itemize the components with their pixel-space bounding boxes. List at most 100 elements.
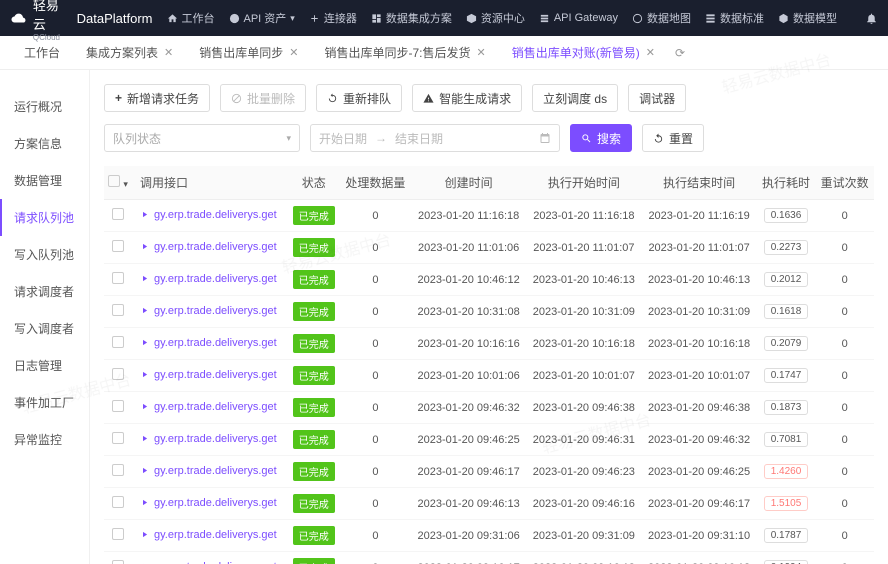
sidebar-item[interactable]: 日志管理 [0, 347, 89, 384]
workspace-tab[interactable]: 工作台 [14, 37, 70, 68]
topnav-item[interactable]: 工作台 [167, 10, 215, 26]
bell-icon[interactable] [865, 12, 878, 25]
api-link[interactable]: gy.erp.trade.deliverys.get [140, 529, 277, 541]
cell-retry: 0 [815, 392, 874, 424]
cell-count: 0 [340, 296, 411, 328]
api-link[interactable]: gy.erp.trade.deliverys.get [140, 497, 277, 509]
sidebar-item[interactable]: 写入队列池 [0, 236, 89, 273]
topnav-item[interactable]: 数据模型 [778, 10, 837, 26]
start-date-ph: 开始日期 [319, 130, 367, 147]
topnav-item[interactable]: 数据标准 [705, 10, 764, 26]
warning-icon [423, 93, 434, 104]
tab-label: 集成方案列表 [86, 44, 158, 61]
workspace-tab[interactable]: 销售出库单对账(新管易) ✕ [502, 37, 665, 68]
debugger-button[interactable]: 调试器 [628, 84, 686, 112]
reset-icon [653, 133, 664, 144]
api-link[interactable]: gy.erp.trade.deliverys.get [140, 241, 277, 253]
topnav-item[interactable]: 资源中心 [466, 10, 525, 26]
date-range-picker[interactable]: 开始日期 → 结束日期 [310, 124, 560, 152]
sidebar-item[interactable]: 运行概况 [0, 88, 89, 125]
cell-retry: 0 [815, 360, 874, 392]
row-checkbox[interactable] [112, 496, 124, 508]
batch-delete-button[interactable]: 批量删除 [220, 84, 306, 112]
row-checkbox[interactable] [112, 336, 124, 348]
row-checkbox[interactable] [112, 560, 124, 564]
row-checkbox[interactable] [112, 464, 124, 476]
cell-create: 2023-01-20 09:46:32 [411, 392, 526, 424]
cell-create: 2023-01-20 11:01:06 [411, 232, 526, 264]
dispatch-button[interactable]: 立刻调度 ds [532, 84, 618, 112]
cell-count: 0 [340, 520, 411, 552]
row-checkbox[interactable] [112, 528, 124, 540]
api-link[interactable]: gy.erp.trade.deliverys.get [140, 401, 277, 413]
topnav-item[interactable]: API Gateway [539, 10, 618, 26]
sidebar-item[interactable]: 请求调度者 [0, 273, 89, 310]
cell-retry: 0 [815, 232, 874, 264]
topnav-item[interactable]: 连接器 [309, 10, 357, 26]
row-checkbox[interactable] [112, 208, 124, 220]
sidebar-item[interactable]: 方案信息 [0, 125, 89, 162]
topnav-item[interactable]: 数据地图 [632, 10, 691, 26]
table-row: gy.erp.trade.deliverys.get已完成02023-01-20… [104, 424, 874, 456]
sidebar-item[interactable]: 数据管理 [0, 162, 89, 199]
topnav-item[interactable]: 数据集成方案 [371, 10, 452, 26]
play-icon [140, 338, 149, 347]
row-checkbox[interactable] [112, 432, 124, 444]
col-retry[interactable]: 重试次数 [815, 166, 874, 200]
cell-end: 2023-01-20 09:46:25 [641, 456, 756, 488]
cell-start: 2023-01-20 10:31:09 [526, 296, 641, 328]
add-request-button[interactable]: +新增请求任务 [104, 84, 210, 112]
brand-logo[interactable]: 轻易云 QCloud DataPlatform [10, 0, 153, 42]
refresh-icon[interactable]: ⟳ [675, 46, 685, 60]
smart-gen-button[interactable]: 智能生成请求 [412, 84, 522, 112]
sidebar-item[interactable]: 写入调度者 [0, 310, 89, 347]
cell-end: 2023-01-20 10:31:09 [641, 296, 756, 328]
col-end[interactable]: 执行结束时间 [641, 166, 756, 200]
tab-label: 销售出库单对账(新管易) [512, 44, 640, 61]
workspace-tab[interactable]: 销售出库单同步✕ [189, 37, 308, 68]
api-link[interactable]: gy.erp.trade.deliverys.get [140, 209, 277, 221]
workspace-tab[interactable]: 销售出库单同步-7:售后发货✕ [314, 37, 495, 68]
cell-retry: 0 [815, 456, 874, 488]
api-link[interactable]: gy.erp.trade.deliverys.get [140, 369, 277, 381]
row-checkbox[interactable] [112, 240, 124, 252]
cell-count: 0 [340, 264, 411, 296]
api-link[interactable]: gy.erp.trade.deliverys.get [140, 273, 277, 285]
tab-label: 工作台 [24, 44, 60, 61]
play-icon [140, 370, 149, 379]
close-icon[interactable]: ✕ [289, 46, 298, 59]
resort-button[interactable]: 重新排队 [316, 84, 402, 112]
api-link[interactable]: gy.erp.trade.deliverys.get [140, 433, 277, 445]
select-all-checkbox[interactable] [108, 175, 120, 187]
row-checkbox[interactable] [112, 304, 124, 316]
status-select[interactable]: 队列状态▾ [104, 124, 300, 152]
col-status[interactable]: 状态 [288, 166, 340, 200]
reset-button[interactable]: 重置 [642, 124, 704, 152]
row-checkbox[interactable] [112, 400, 124, 412]
row-checkbox[interactable] [112, 368, 124, 380]
play-icon [140, 306, 149, 315]
row-checkbox[interactable] [112, 272, 124, 284]
sidebar-item[interactable]: 事件加工厂 [0, 384, 89, 421]
search-button[interactable]: 搜索 [570, 124, 632, 152]
nav-icon [539, 13, 550, 24]
play-icon [140, 242, 149, 251]
col-create[interactable]: 创建时间 [411, 166, 526, 200]
col-api[interactable]: 调用接口 [132, 166, 288, 200]
sidebar-item[interactable]: 请求队列池 [0, 199, 89, 236]
sidebar-item[interactable]: 异常监控 [0, 421, 89, 458]
close-icon[interactable]: ✕ [646, 46, 655, 59]
close-icon[interactable]: ✕ [164, 46, 173, 59]
close-icon[interactable]: ✕ [477, 46, 486, 59]
api-link[interactable]: gy.erp.trade.deliverys.get [140, 305, 277, 317]
col-count[interactable]: 处理数据量 [340, 166, 411, 200]
api-link[interactable]: gy.erp.trade.deliverys.get [140, 337, 277, 349]
col-dur[interactable]: 执行耗时 [757, 166, 816, 200]
col-start[interactable]: 执行开始时间 [526, 166, 641, 200]
api-link[interactable]: gy.erp.trade.deliverys.get [140, 465, 277, 477]
cell-count: 0 [340, 200, 411, 232]
topnav-item[interactable]: API 资产 ▾ [229, 10, 295, 26]
workspace-tab[interactable]: 集成方案列表 ✕ [76, 37, 183, 68]
cell-retry: 0 [815, 200, 874, 232]
cell-retry: 0 [815, 552, 874, 564]
